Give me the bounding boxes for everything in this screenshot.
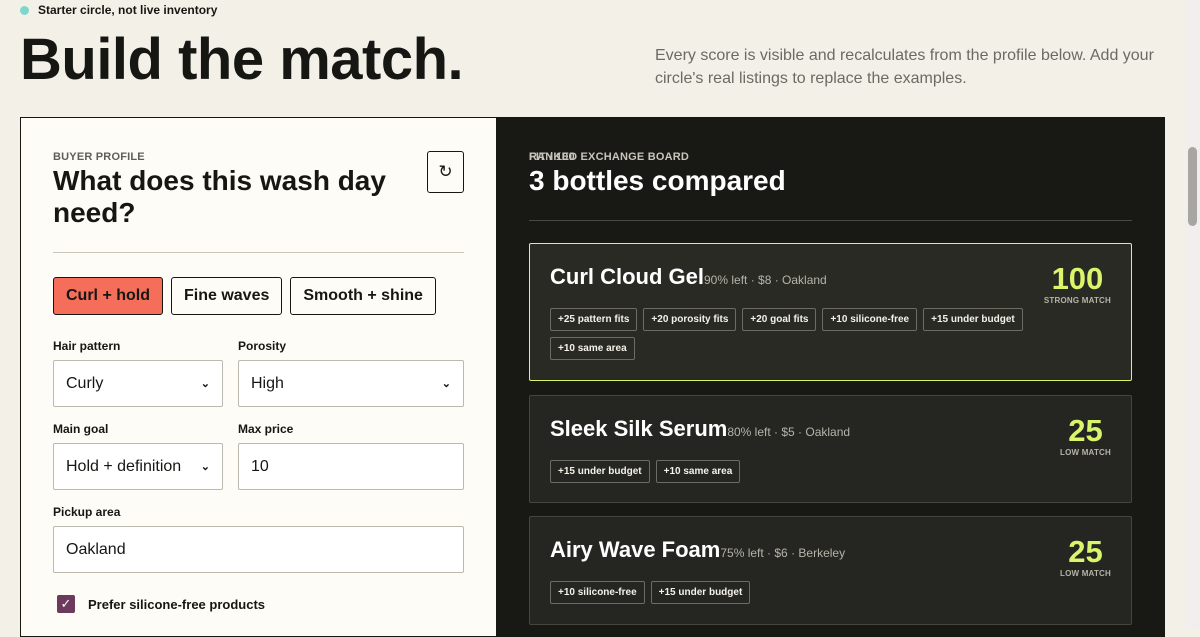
profile-eyebrow: BUYER PROFILE <box>53 151 145 163</box>
max-price-value: 10 <box>251 457 269 475</box>
score-tag: +20 porosity fits <box>643 308 737 331</box>
status-dot-icon <box>20 5 29 15</box>
fit-score-value: 25 <box>1068 413 1103 448</box>
reset-button[interactable]: ↻ <box>427 151 464 193</box>
listing-title: Sleek Silk Serum80% left · $5 · Oakland <box>550 416 850 442</box>
score-tag: +10 silicone-free <box>550 581 645 604</box>
board-divider <box>529 220 1132 221</box>
main-goal-select[interactable]: Hold + definition ⌄ <box>53 443 223 490</box>
score-tag: +10 same area <box>550 337 635 360</box>
main-goal-value: Hold + definition <box>66 457 182 475</box>
profile-divider <box>53 252 464 253</box>
pickup-area-label: Pickup area <box>53 505 121 519</box>
match-label: STRONG MATCH <box>1043 296 1111 305</box>
main-goal-label: Main goal <box>53 422 109 436</box>
porosity-select[interactable]: High ⌄ <box>238 360 464 407</box>
score-tag: +10 silicone-free <box>822 308 918 331</box>
pickup-area-input[interactable]: Oakland <box>53 526 464 573</box>
inventory-status: Starter circle, not live inventory <box>20 3 217 17</box>
listing-name: Curl Cloud Gel <box>550 264 704 289</box>
exchange-board-panel: RANKED EXCHANGE BOARD FIT / 100 3 bottle… <box>496 118 1164 636</box>
preset-smooth-shine-button[interactable]: Smooth + shine <box>290 277 436 315</box>
fit-score: 100 STRONG MATCH <box>1043 261 1111 306</box>
fit-score-value: 100 <box>1051 261 1104 296</box>
score-tag: +15 under budget <box>923 308 1023 331</box>
chevron-down-icon: ⌄ <box>200 378 210 390</box>
page-scrollbar[interactable] <box>1185 0 1200 630</box>
page-subtitle: Every score is visible and recalculates … <box>655 47 1154 87</box>
max-price-input[interactable]: 10 <box>238 443 464 490</box>
score-tag: +25 pattern fits <box>550 308 638 331</box>
listing-name: Airy Wave Foam <box>550 537 721 562</box>
profile-title: What does this wash day need? <box>53 165 386 228</box>
listing-meta: 75% left · $6 · Berkeley <box>720 546 846 560</box>
listing-card[interactable]: Sleek Silk Serum80% left · $5 · Oakland … <box>529 395 1132 503</box>
listing-card[interactable]: Curl Cloud Gel90% left · $8 · Oakland +2… <box>529 243 1132 381</box>
listing-meta: 90% left · $8 · Oakland <box>704 273 827 287</box>
score-tag: +10 same area <box>655 460 741 483</box>
hair-pattern-label: Hair pattern <box>53 339 121 353</box>
matcher-panel: BUYER PROFILE What does this wash day ne… <box>20 117 1165 637</box>
refresh-icon: ↻ <box>438 162 453 181</box>
fit-score: 25 LOW MATCH <box>1060 534 1111 579</box>
scrollbar-thumb[interactable] <box>1188 147 1197 226</box>
listing-card[interactable]: Airy Wave Foam75% left · $6 · Berkeley +… <box>529 516 1132 625</box>
score-breakdown: +25 pattern fits +20 porosity fits +20 g… <box>550 308 1030 360</box>
fit-score-value: 25 <box>1068 534 1103 569</box>
listing-name: Sleek Silk Serum <box>550 416 728 441</box>
listing-title: Airy Wave Foam75% left · $6 · Berkeley <box>550 537 845 563</box>
chevron-down-icon: ⌄ <box>200 461 210 473</box>
hair-pattern-select[interactable]: Curly ⌄ <box>53 360 223 407</box>
porosity-label: Porosity <box>238 339 287 353</box>
chevron-down-icon: ⌄ <box>441 378 451 390</box>
match-label: LOW MATCH <box>1060 448 1111 457</box>
match-label: LOW MATCH <box>1060 569 1111 578</box>
score-tag: +15 under budget <box>650 581 751 604</box>
fit-scale-label: FIT / 100 <box>529 151 575 163</box>
score-breakdown: +15 under budget +10 same area <box>550 460 1030 483</box>
score-tag: +15 under budget <box>550 460 650 483</box>
preset-buttons: Curl + hold Fine waves Smooth + shine <box>53 277 436 315</box>
fit-score: 25 LOW MATCH <box>1060 413 1111 458</box>
status-text: Starter circle, not live inventory <box>38 3 218 17</box>
preset-fine-waves-button[interactable]: Fine waves <box>171 277 283 315</box>
buyer-profile-panel: BUYER PROFILE What does this wash day ne… <box>21 118 496 636</box>
hair-pattern-value: Curly <box>66 374 104 392</box>
score-tag: +20 goal fits <box>742 308 817 331</box>
pickup-area-value: Oakland <box>66 540 126 558</box>
silicone-free-checkbox[interactable]: ✓ <box>57 595 75 613</box>
board-title: 3 bottles compared <box>529 165 786 196</box>
porosity-value: High <box>251 374 284 392</box>
listing-meta: 80% left · $5 · Oakland <box>727 425 851 439</box>
page-title: Build the match. <box>20 27 464 92</box>
preset-curl-hold-button[interactable]: Curl + hold <box>53 277 163 315</box>
checkmark-icon: ✓ <box>60 596 72 611</box>
score-breakdown: +10 silicone-free +15 under budget <box>550 581 1030 604</box>
max-price-label: Max price <box>238 422 294 436</box>
listing-title: Curl Cloud Gel90% left · $8 · Oakland <box>550 264 827 290</box>
silicone-free-label: Prefer silicone-free products <box>88 597 265 612</box>
